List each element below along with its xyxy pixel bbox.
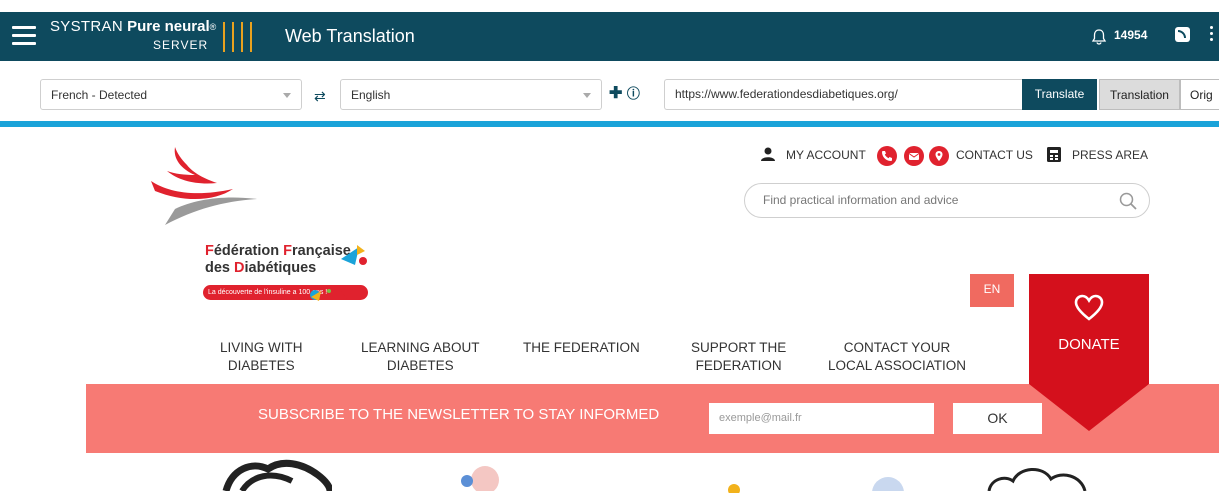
target-language-value: English — [351, 88, 391, 102]
user-icon[interactable] — [760, 147, 776, 161]
menu-icon[interactable] — [12, 26, 36, 46]
newsletter-text: SUBSCRIBE TO THE NEWSLETTER TO STAY INFO… — [258, 406, 660, 423]
brand-registered: ® — [209, 22, 217, 32]
location-icon[interactable] — [929, 146, 949, 166]
more-options-icon[interactable] — [1210, 26, 1214, 46]
feed-icon[interactable] — [1175, 27, 1190, 42]
mail-icon[interactable] — [904, 146, 924, 166]
nav-item-contact-local-association[interactable]: CONTACT YOUR LOCAL ASSOCIATION — [828, 339, 966, 375]
logo-letter: D — [234, 260, 245, 276]
language-button[interactable]: EN — [970, 274, 1014, 307]
site-search-input[interactable]: Find practical information and advice — [744, 183, 1150, 218]
nav-label: LIVING WITH — [220, 340, 303, 355]
source-language-value: French - Detected — [51, 88, 148, 102]
my-account-link[interactable]: MY ACCOUNT — [786, 146, 866, 164]
url-input[interactable] — [664, 79, 1022, 110]
translation-view-button[interactable]: Translation — [1099, 79, 1180, 110]
bird-icon — [151, 147, 257, 225]
nav-label: LOCAL ASSOCIATION — [828, 358, 967, 373]
logo-letter: F — [205, 243, 214, 259]
brand-server: SERVER — [153, 38, 209, 52]
donate-button[interactable]: DONATE — [1029, 274, 1149, 434]
app-title: Web Translation — [285, 26, 415, 46]
logo-text: édération — [213, 243, 284, 259]
nav-item-living-with-diabetes[interactable]: LIVING WITH DIABETES — [220, 339, 303, 375]
bell-icon[interactable] — [1090, 28, 1108, 46]
source-language-select[interactable]: French - Detected — [40, 79, 302, 110]
search-placeholder: Find practical information and advice — [763, 193, 959, 207]
circle-illustration — [872, 477, 904, 491]
nav-label: THE FEDERATION — [523, 340, 640, 355]
logo-name: Fédération Française des Diabétiques — [205, 243, 351, 277]
search-icon[interactable] — [1119, 192, 1137, 210]
nav-label: DIABETES — [386, 358, 454, 373]
nav-label: LEARNING ABOUT — [361, 340, 480, 355]
notification-count[interactable]: 14954 — [1114, 28, 1147, 42]
target-language-select[interactable]: English — [340, 79, 602, 110]
nav-label: CONTACT YOUR — [843, 340, 951, 355]
contact-us-link[interactable]: CONTACT US — [956, 146, 1033, 164]
cloud-illustration — [987, 468, 1087, 491]
logo-shapes-icon — [310, 289, 353, 301]
newsletter-email-input[interactable]: exemple@mail.fr — [709, 403, 934, 434]
brand-bars-icon — [223, 22, 263, 52]
logo-text: des — [205, 260, 235, 276]
logo-text: iabétiques — [244, 260, 317, 276]
app-header: SYSTRAN Pure neural® SERVER Web Translat… — [0, 12, 1219, 61]
chevron-down-icon — [583, 93, 591, 98]
nav-label: SUPPORT THE — [691, 340, 787, 355]
brand-pure-neural: Pure neural — [127, 18, 210, 35]
dot-illustration — [728, 484, 740, 493]
bubble-illustration — [461, 466, 499, 491]
original-view-button[interactable]: Orig — [1180, 79, 1219, 110]
scribble-illustration — [222, 459, 332, 491]
translate-button[interactable]: Translate — [1022, 79, 1097, 110]
chevron-down-icon — [283, 93, 291, 98]
add-info-icon[interactable]: ✚ ⓘ — [609, 83, 640, 103]
logo-letter: F — [283, 243, 293, 259]
nav-item-the-federation[interactable]: THE FEDERATION — [523, 339, 640, 357]
swap-languages-icon[interactable]: ⇄ — [314, 88, 326, 105]
brand-logo: SYSTRAN Pure neural® SERVER — [50, 18, 217, 53]
logo-shapes-icon — [341, 245, 367, 265]
nav-item-learning-about-diabetes[interactable]: LEARNING ABOUT DIABETES — [361, 339, 480, 375]
translation-toolbar: French - Detected ⇄ English ✚ ⓘ Translat… — [0, 61, 1219, 121]
nav-label: FEDERATION — [695, 358, 782, 373]
phone-icon[interactable] — [877, 146, 897, 166]
donate-label: DONATE — [1058, 336, 1120, 353]
nav-label: DIABETES — [227, 358, 295, 373]
brand-systran: SYSTRAN — [50, 18, 123, 35]
press-area-link[interactable]: PRESS AREA — [1072, 146, 1148, 164]
nav-item-support-the-federation[interactable]: SUPPORT THE FEDERATION — [691, 339, 786, 375]
translated-website: Fédération Française des Diabétiques La … — [0, 127, 1219, 493]
site-logo[interactable]: Fédération Française des Diabétiques La … — [145, 147, 385, 307]
heart-icon — [1074, 294, 1104, 321]
press-icon[interactable] — [1047, 147, 1061, 162]
